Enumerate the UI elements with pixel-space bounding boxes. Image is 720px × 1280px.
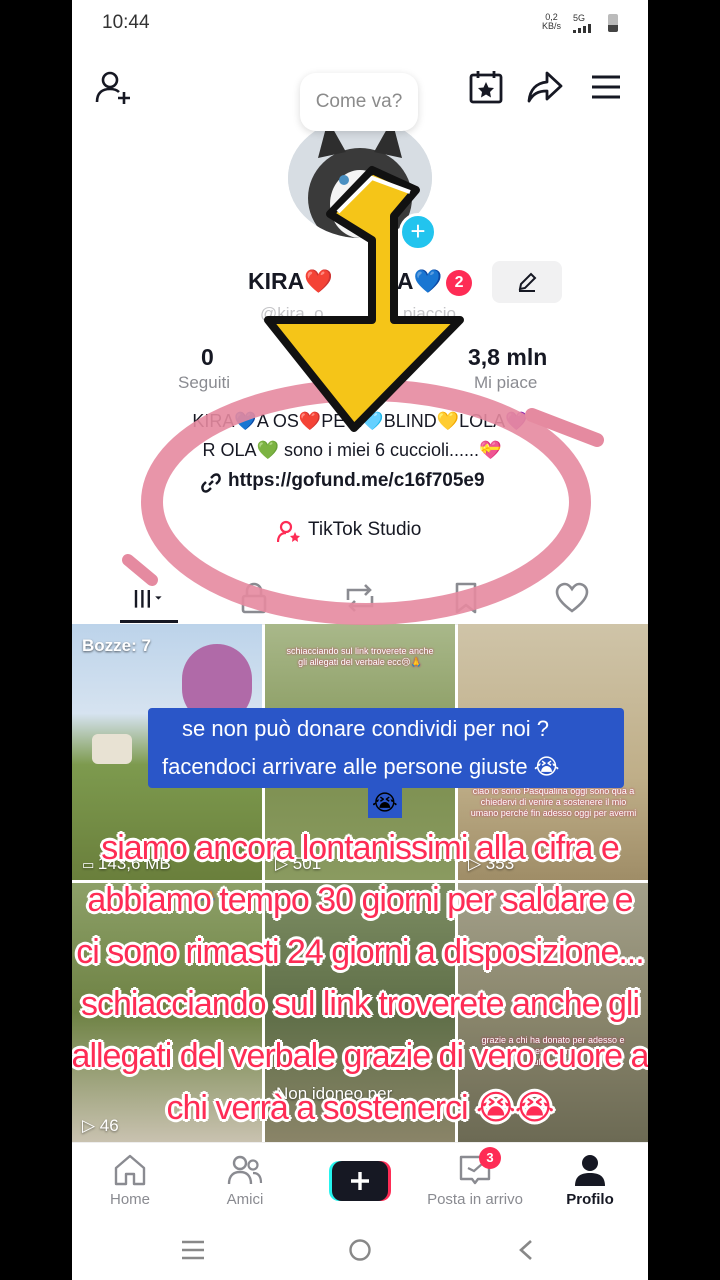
nav-friends-label: Amici: [226, 1191, 264, 1208]
overlay-line-4: schiacciando sul link troverete anche gl…: [80, 985, 640, 1023]
overlay-message: siamo ancora lontanissimi alla cifra e a…: [72, 822, 648, 1134]
inbox-badge: 3: [479, 1147, 501, 1169]
overlay-line-6: chi verrà a sostenerci 😭😭: [166, 1089, 554, 1127]
caption-line-2: facendoci arrivare alle persone giuste 😭: [162, 754, 560, 779]
nav-inbox[interactable]: 3 Posta in arrivo: [420, 1147, 530, 1208]
create-video-button[interactable]: [329, 1161, 391, 1201]
cell-2-caption: schiacciando sul link troverete anche gl…: [286, 646, 434, 667]
overlay-line-2: abbiamo tempo 30 giorni per saldare e: [87, 881, 633, 919]
phone-screen: 10:44 0,2 KB/s 5G Come va? + KIRA❤️ A💙 2…: [72, 0, 648, 1280]
bottom-nav: Home Amici 3 Posta in arrivo Profilo: [72, 1142, 648, 1223]
caption-line-3: 😭: [368, 788, 402, 818]
recent-apps-icon[interactable]: [180, 1239, 206, 1261]
overlay-line-1: siamo ancora lontanissimi alla cifra e: [101, 829, 620, 867]
overlay-line-5: allegati del verbale grazie di vero cuor…: [72, 1037, 648, 1075]
overlay-line-3: ci sono rimasti 24 giorni a disposizione…: [76, 933, 644, 971]
nav-friends[interactable]: Amici: [190, 1153, 300, 1208]
friends-icon: [227, 1155, 263, 1185]
nav-inbox-label: Posta in arrivo: [427, 1191, 523, 1208]
nav-profile[interactable]: Profilo: [535, 1153, 645, 1208]
system-nav-bar: [72, 1222, 648, 1280]
profile-icon: [575, 1155, 605, 1186]
donation-caption: se non può donare condividi per noi ? fa…: [148, 708, 624, 788]
nav-profile-label: Profilo: [566, 1191, 614, 1208]
caption-line-1: se non può donare condividi per noi ?: [182, 716, 549, 741]
cell-3-caption: ciao io sono Pasqualina oggi sono qua a …: [470, 786, 637, 818]
home-icon: [114, 1154, 146, 1186]
back-icon[interactable]: [516, 1238, 536, 1262]
nav-home[interactable]: Home: [75, 1153, 185, 1208]
arrow-down-icon: [264, 166, 464, 432]
home-circle-icon[interactable]: [348, 1238, 372, 1262]
nav-home-label: Home: [109, 1191, 150, 1208]
